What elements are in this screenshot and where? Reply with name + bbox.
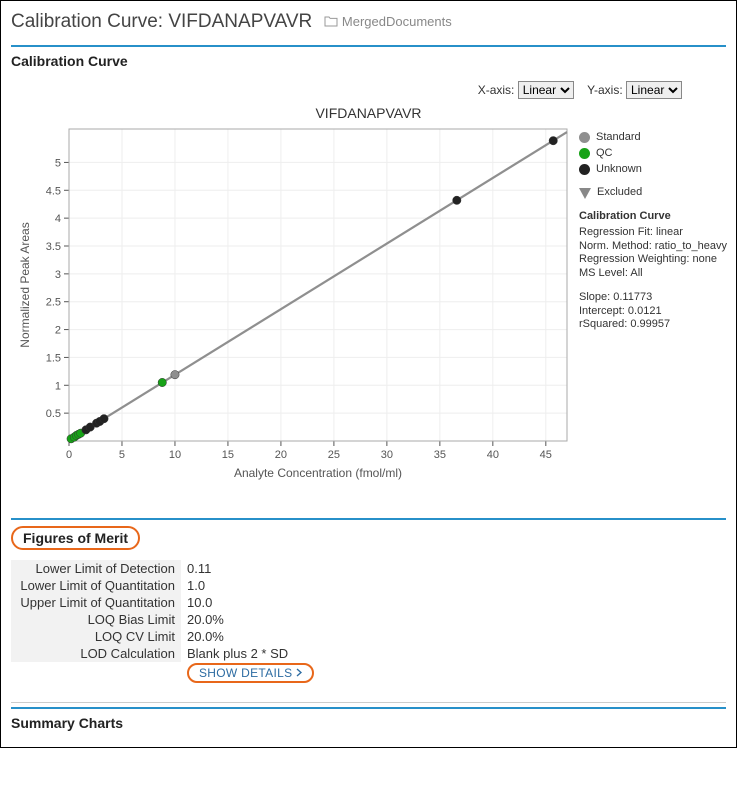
breadcrumb[interactable]: MergedDocuments: [324, 14, 452, 29]
svg-text:35: 35: [434, 449, 446, 461]
svg-text:2: 2: [55, 325, 61, 337]
show-details-button[interactable]: SHOW DETAILS: [187, 663, 314, 683]
panel-title-figures-of-merit: Figures of Merit: [23, 530, 128, 546]
svg-text:5: 5: [55, 157, 61, 169]
panel-title-summary-charts: Summary Charts: [11, 715, 726, 731]
legend-standard: Standard: [596, 131, 641, 145]
svg-text:15: 15: [222, 449, 234, 461]
fom-row-value: 0.11: [181, 560, 320, 577]
svg-text:4: 4: [55, 213, 61, 225]
fom-row-value: 20.0%: [181, 611, 320, 628]
dot-unknown-icon: [579, 164, 590, 175]
fom-row-label: Lower Limit of Quantitation: [11, 577, 181, 594]
svg-text:1: 1: [55, 380, 61, 392]
svg-text:Analyte Concentration (fmol/ml: Analyte Concentration (fmol/ml): [234, 466, 402, 480]
legend-unknown: Unknown: [596, 163, 642, 177]
chevron-right-icon: [296, 666, 302, 680]
yaxis-select[interactable]: Linear: [626, 81, 682, 99]
legend-norm: Norm. Method: ratio_to_heavy: [579, 240, 727, 254]
svg-text:45: 45: [540, 449, 552, 461]
page-title: Calibration Curve: VIFDANAPVAVR: [11, 11, 312, 32]
svg-text:10: 10: [169, 449, 181, 461]
divider: [11, 702, 726, 703]
fom-row-label: Lower Limit of Detection: [11, 560, 181, 577]
fom-row-label: LOQ CV Limit: [11, 628, 181, 645]
yaxis-label: Y-axis:: [587, 83, 623, 97]
axis-controls: X-axis: Linear Y-axis: Linear: [15, 79, 722, 105]
dot-qc-icon: [579, 148, 590, 159]
legend-calcurve-title: Calibration Curve: [579, 210, 727, 224]
legend-weight: Regression Weighting: none: [579, 253, 727, 267]
fom-row-value: 10.0: [181, 594, 320, 611]
fom-row-label: LOQ Bias Limit: [11, 611, 181, 628]
panel-summary-charts: Summary Charts: [11, 707, 726, 731]
fom-row-label: Upper Limit of Quantitation: [11, 594, 181, 611]
legend-slope: Slope: 0.11773: [579, 291, 727, 305]
legend-fit: Regression Fit: linear: [579, 226, 727, 240]
svg-text:25: 25: [328, 449, 340, 461]
legend-excluded: Excluded: [597, 186, 642, 200]
svg-text:0: 0: [66, 449, 72, 461]
svg-text:3: 3: [55, 269, 61, 281]
xaxis-select[interactable]: Linear: [518, 81, 574, 99]
dot-standard-icon: [579, 132, 590, 143]
fom-row-value: 1.0: [181, 577, 320, 594]
legend-intercept: Intercept: 0.0121: [579, 305, 727, 319]
panel-title-calibration-curve: Calibration Curve: [11, 53, 726, 69]
fom-row-label: LOD Calculation: [11, 645, 181, 662]
calibration-chart: 0 5 10 15 20 25 30 35 40 45 0.5 1 1.5 2 2.5 3 3.5 4 4.5 5 An…: [15, 123, 575, 483]
svg-text:Normalized Peak Areas: Normalized Peak Areas: [18, 222, 32, 347]
legend-qc: QC: [596, 147, 613, 161]
svg-text:30: 30: [381, 449, 393, 461]
svg-text:4.5: 4.5: [46, 185, 61, 197]
legend-ms: MS Level: All: [579, 267, 727, 281]
svg-text:20: 20: [275, 449, 287, 461]
legend-rsq: rSquared: 0.99957: [579, 318, 727, 332]
panel-calibration-curve: Calibration Curve X-axis: Linear Y-axis:…: [11, 45, 726, 514]
chart-title: VIFDANAPVAVR: [15, 105, 722, 121]
chart-legend: Standard QC Unknown Excluded Calibration…: [575, 123, 727, 332]
svg-text:0.5: 0.5: [46, 408, 61, 420]
fom-row-value: Blank plus 2 * SD: [181, 645, 320, 662]
breadcrumb-label: MergedDocuments: [342, 14, 452, 29]
show-details-label: SHOW DETAILS: [199, 666, 292, 680]
triangle-excluded-icon: [579, 188, 591, 199]
folder-icon: [324, 15, 338, 27]
svg-text:5: 5: [119, 449, 125, 461]
fom-row-value: 20.0%: [181, 628, 320, 645]
svg-text:1.5: 1.5: [46, 352, 61, 364]
svg-text:40: 40: [487, 449, 499, 461]
xaxis-label: X-axis:: [478, 83, 515, 97]
figures-of-merit-table: Lower Limit of Detection0.11 Lower Limit…: [11, 560, 320, 684]
svg-text:2.5: 2.5: [46, 297, 61, 309]
svg-text:3.5: 3.5: [46, 241, 61, 253]
panel-figures-of-merit: Figures of Merit Lower Limit of Detectio…: [11, 518, 726, 703]
